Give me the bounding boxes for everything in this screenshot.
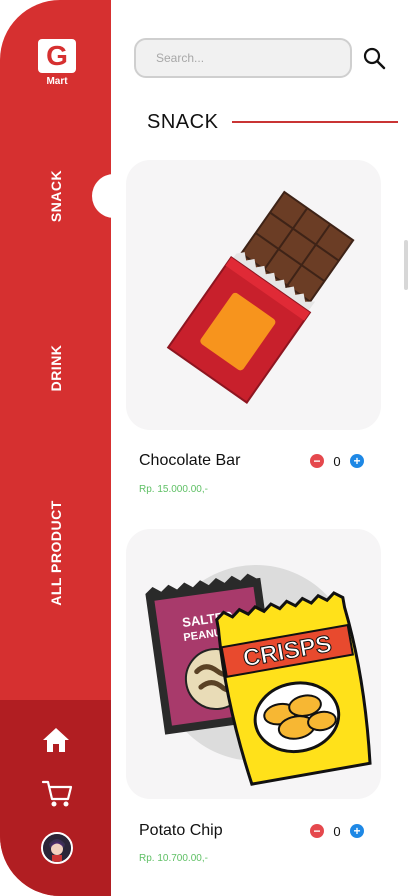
quantity-value: 0 [333, 823, 341, 839]
avatar-image [43, 834, 71, 862]
increase-quantity-button[interactable]: + [350, 454, 364, 468]
search-icon[interactable] [362, 46, 386, 70]
product-card-image[interactable]: SALTED PEANUTS CRISPS [126, 529, 381, 799]
product-card-image[interactable] [126, 160, 381, 430]
decrease-quantity-button[interactable]: − [310, 824, 324, 838]
increase-quantity-button[interactable]: + [350, 824, 364, 838]
product-name: Potato Chip [139, 822, 223, 839]
avatar[interactable] [41, 832, 73, 864]
product-name: Chocolate Bar [139, 452, 241, 469]
product-price: Rp. 10.700.00,- [139, 853, 208, 864]
section-divider [232, 121, 398, 123]
section-title: SNACK [147, 111, 219, 133]
category-snack[interactable]: SNACK [48, 170, 64, 222]
search-input[interactable] [134, 38, 352, 78]
crisps-and-peanuts-illustration: SALTED PEANUTS CRISPS [145, 565, 372, 786]
quantity-value: 0 [333, 453, 341, 469]
logo-badge: G [38, 39, 76, 73]
decrease-quantity-button[interactable]: − [310, 454, 324, 468]
category-all-product[interactable]: ALL PRODUCT [48, 500, 64, 606]
chocolate-bar-illustration [166, 190, 355, 404]
quantity-stepper: − 0 + [310, 453, 364, 469]
cart-icon[interactable] [41, 779, 73, 809]
category-drink[interactable]: DRINK [48, 345, 64, 392]
logo: G Mart [37, 39, 77, 87]
scrollbar-thumb[interactable] [404, 240, 408, 290]
logo-text: Mart [46, 76, 68, 87]
product-price: Rp. 15.000.00,- [139, 484, 208, 495]
sidebar: G Mart SNACK DRINK ALL PRODUCT [0, 0, 111, 896]
home-icon[interactable] [41, 726, 71, 754]
quantity-stepper: − 0 + [310, 823, 364, 839]
